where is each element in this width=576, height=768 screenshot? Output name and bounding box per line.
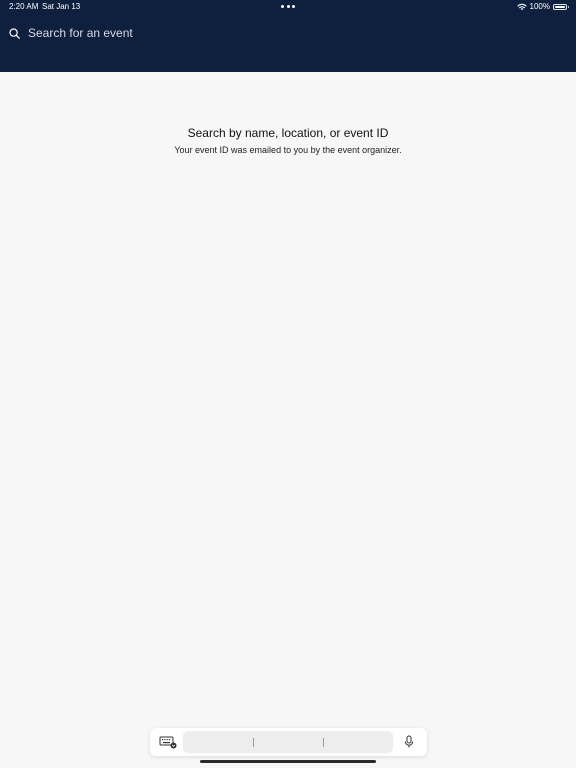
search-input[interactable]: [28, 26, 288, 40]
more-dots-icon[interactable]: [281, 5, 295, 9]
home-indicator[interactable]: [200, 760, 376, 763]
suggestion-divider: [253, 738, 254, 747]
battery-icon: [553, 4, 569, 10]
status-time: 2:20 AM: [9, 2, 39, 11]
empty-state-subtitle: Your event ID was emailed to you by the …: [174, 145, 402, 155]
search-bar[interactable]: [9, 24, 288, 42]
empty-state-title: Search by name, location, or event ID: [187, 126, 389, 140]
status-bar: 2:20 AM Sat Jan 13 100%: [0, 0, 576, 14]
search-icon: [9, 27, 20, 39]
app-header: 2:20 AM Sat Jan 13 100%: [0, 0, 576, 72]
empty-state: Search by name, location, or event ID Yo…: [0, 125, 576, 157]
microphone-icon[interactable]: [403, 735, 415, 749]
battery-percent: 100%: [529, 2, 550, 11]
wifi-icon: [516, 3, 527, 11]
keyboard-suggestions[interactable]: [183, 731, 393, 753]
keyboard-shortcut-bar: [150, 728, 427, 756]
suggestion-divider: [323, 738, 324, 747]
keyboard-icon[interactable]: [159, 735, 177, 749]
status-right: 100%: [516, 0, 569, 14]
status-date: Sat Jan 13: [42, 2, 81, 11]
